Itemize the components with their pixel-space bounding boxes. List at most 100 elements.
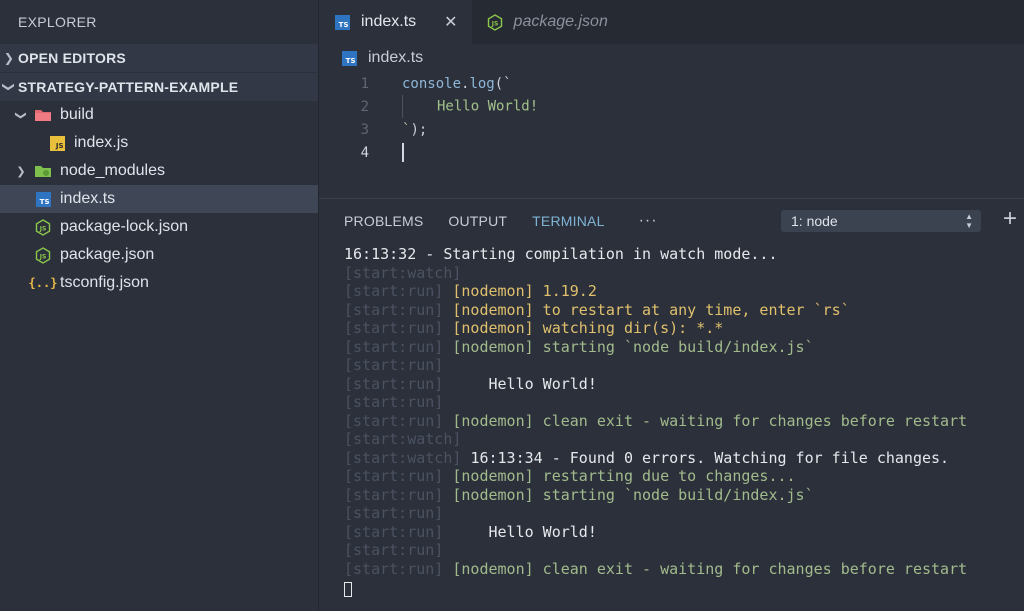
chevron-down-icon: ❯ — [2, 81, 16, 93]
ts-file-icon: TS — [34, 191, 52, 207]
terminal-prefix: [start:watch] — [344, 263, 462, 282]
tree-item-label: build — [60, 106, 94, 123]
terminal-line: [start:watch] 16:13:34 - Found 0 errors.… — [344, 449, 1024, 468]
terminal-output[interactable]: 16:13:32 - Starting compilation in watch… — [319, 245, 1024, 597]
terminal-cursor — [344, 582, 352, 597]
terminal-prefix: [start:run] — [344, 393, 444, 411]
terminal-text: [nodemon] starting `node build/index.js` — [452, 485, 814, 504]
indent-guide — [402, 95, 403, 118]
line-number: 3 — [360, 121, 369, 138]
code-line: 1 console.log(` — [319, 72, 1024, 95]
code-text — [402, 143, 404, 162]
terminal-line: [start:run] [nodemon] clean exit - waiti… — [344, 560, 1024, 579]
terminal-line: [start:watch] — [344, 430, 1024, 449]
terminal-text: [nodemon] 1.19.2 — [452, 282, 597, 300]
terminal-text: Hello World! — [452, 374, 597, 393]
terminal-line: 16:13:32 - Starting compilation in watch… — [344, 245, 1024, 264]
tab-problems[interactable]: PROBLEMS — [344, 213, 423, 229]
terminal-line: [start:run] Hello World! — [344, 523, 1024, 542]
updown-arrows-icon: ▲ ▼ — [965, 212, 973, 230]
code-line: 4 — [319, 141, 1024, 164]
ts-file-icon: TS — [340, 50, 358, 66]
code-line: 2 Hello World! — [319, 95, 1024, 118]
tree-item-build[interactable]: ❯ build — [0, 101, 318, 129]
project-section[interactable]: ❯ STRATEGY-PATTERN-EXAMPLE — [0, 72, 318, 101]
terminal-line: [start:run] [nodemon] 1.19.2 — [344, 282, 1024, 301]
terminal-prefix: [start:run] — [344, 522, 453, 541]
tree-item-package-json[interactable]: JS package.json — [0, 241, 318, 269]
terminal-select[interactable]: 1: node ▲ ▼ — [781, 210, 981, 232]
panel-header: PROBLEMS OUTPUT TERMINAL ··· 1: node ▲ ▼ … — [319, 199, 1024, 243]
terminal-text: [nodemon] to restart at any time, enter … — [452, 300, 850, 319]
terminal-line: [start:watch] — [344, 264, 1024, 283]
terminal-prefix: [start:watch] — [344, 430, 462, 448]
terminal-line: [start:run] — [344, 356, 1024, 375]
editor-area: TS index.ts ✕ JS package.json TS index.t… — [319, 0, 1024, 198]
terminal-prefix: [start:run] — [344, 541, 444, 559]
line-number: 1 — [360, 75, 369, 92]
open-editors-label: OPEN EDITORS — [18, 50, 126, 66]
terminal-prefix: [start:run] — [344, 282, 453, 300]
tree-item-index-ts[interactable]: TS index.ts — [0, 185, 318, 213]
folder-open-icon — [34, 107, 52, 123]
terminal-text: [nodemon] clean exit - waiting for chang… — [452, 411, 968, 430]
more-actions-icon[interactable]: ··· — [639, 212, 658, 230]
terminal-line: [start:run] — [344, 504, 1024, 523]
terminal-text: 16:13:32 - Starting compilation in watch… — [344, 245, 778, 263]
line-number: 4 — [360, 144, 369, 161]
new-terminal-icon[interactable]: + — [1003, 205, 1017, 233]
terminal-prefix: [start:watch] — [344, 448, 471, 467]
bottom-panel: PROBLEMS OUTPUT TERMINAL ··· 1: node ▲ ▼ … — [319, 198, 1024, 611]
line-number: 2 — [360, 98, 369, 115]
terminal-select-value: 1: node — [791, 213, 838, 229]
chevron-right-icon: ❯ — [16, 165, 26, 178]
tree-item-package-lock[interactable]: JS package-lock.json — [0, 213, 318, 241]
terminal-line: [start:run] [nodemon] clean exit - waiti… — [344, 412, 1024, 431]
tab-package-json[interactable]: JS package.json — [472, 0, 622, 44]
nodejs-icon: JS — [34, 218, 52, 236]
tree-item-index-js[interactable]: JS index.js — [0, 129, 318, 157]
tree-item-label: package-lock.json — [60, 218, 189, 235]
tab-index-ts[interactable]: TS index.ts ✕ — [319, 0, 472, 44]
explorer-title: EXPLORER — [18, 14, 97, 30]
tree-item-label: index.js — [74, 134, 129, 151]
terminal-prefix: [start:run] — [344, 411, 453, 430]
tab-label: index.ts — [361, 13, 417, 30]
svg-text:JS: JS — [39, 225, 47, 232]
tab-label: package.json — [513, 13, 608, 30]
project-label: STRATEGY-PATTERN-EXAMPLE — [18, 79, 239, 95]
terminal-line: [start:run] [nodemon] starting `node bui… — [344, 486, 1024, 505]
terminal-line: [start:run] — [344, 541, 1024, 560]
breadcrumb-file: index.ts — [368, 49, 424, 66]
open-editors-section[interactable]: ❯ OPEN EDITORS — [0, 44, 318, 72]
code-text: `); — [402, 121, 428, 138]
terminal-prefix: [start:run] — [344, 467, 453, 485]
tree-item-tsconfig[interactable]: {..} tsconfig.json — [0, 269, 318, 297]
svg-text:JS: JS — [490, 20, 498, 27]
terminal-line: [start:run] [nodemon] watching dir(s): *… — [344, 319, 1024, 338]
terminal-prefix: [start:run] — [344, 485, 453, 504]
terminal-line: [start:run] [nodemon] to restart at any … — [344, 301, 1024, 320]
terminal-line: [start:run] Hello World! — [344, 375, 1024, 394]
svg-text:JS: JS — [39, 253, 47, 260]
tree-item-node-modules[interactable]: ❯ node_modules — [0, 157, 318, 185]
close-icon[interactable]: ✕ — [444, 12, 457, 32]
terminal-text: Hello World! — [452, 522, 597, 541]
tree-item-label: node_modules — [60, 162, 165, 179]
terminal-prefix: [start:run] — [344, 300, 453, 319]
ts-file-icon: TS — [333, 14, 351, 30]
code-text: console.log(` — [402, 75, 512, 92]
tree-item-label: index.ts — [60, 190, 116, 207]
tab-output[interactable]: OUTPUT — [448, 213, 507, 229]
breadcrumb[interactable]: TS index.ts — [319, 44, 1024, 72]
terminal-prefix: [start:run] — [344, 337, 453, 356]
explorer-sidebar: EXPLORER ❯ OPEN EDITORS ❯ STRATEGY-PATTE… — [0, 0, 319, 610]
terminal-prefix: [start:run] — [344, 504, 444, 522]
js-file-icon: JS — [48, 135, 66, 151]
terminal-line: [start:run] [nodemon] restarting due to … — [344, 467, 1024, 486]
tab-terminal[interactable]: TERMINAL — [532, 213, 604, 229]
code-editor[interactable]: 1 console.log(` 2 Hello World! 3 `); 4 — [319, 72, 1024, 164]
terminal-prefix: [start:run] — [344, 374, 453, 393]
text-cursor — [402, 143, 404, 162]
tree-item-label: package.json — [60, 246, 155, 263]
